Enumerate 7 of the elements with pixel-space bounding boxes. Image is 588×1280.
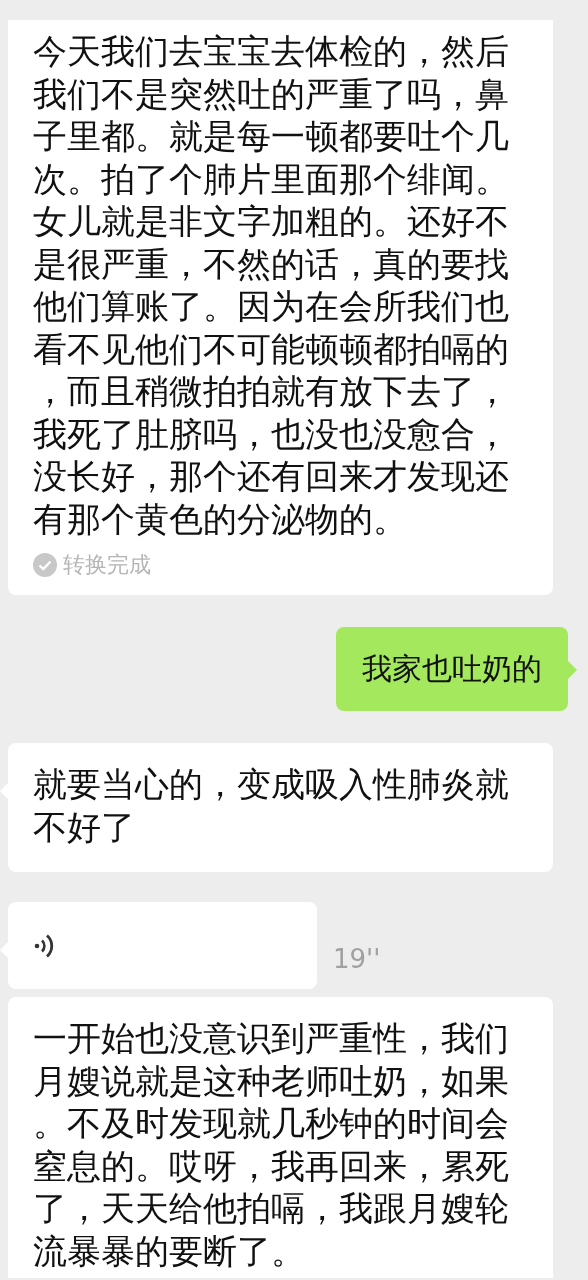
check-circle-icon <box>33 552 57 577</box>
status-text: 转换完成 <box>63 551 151 579</box>
message-text: 今天我们去宝宝去体检的，然后 我们不是突然吐的严重了吗，鼻 子里都。就是每一顿都要吐个几 次。拍了个肺片里面那个绯闻。 女儿就是非文字加粗的。还好不 是很严重，不然的话，真的要找 他们算账了。因为在会所我们也 看不见他们不可能顿顿都拍嗝的 ，而且稍微拍拍就有放下去了， 我死了肚脐吗，也没也没愈合， 没长好，那个还有回来才发现还 有那个黄色的分泌物的。 <box>33 30 510 540</box>
message-text: 我家也吐奶的 <box>362 650 542 688</box>
message-text: 就要当心的，变成吸入性肺炎就 不好了 <box>33 763 510 848</box>
message-text: 一开始也没意识到严重性，我们 月嫂说就是这种老师吐奶，如果 。不及时发现就几秒钟的时间会 窒息的。哎呀，我再回来，累死 了，天天给他拍嗝，我跟月嫂轮 流暴暴的要断了。 <box>33 1017 510 1272</box>
voice-duration: 19'' <box>333 943 381 976</box>
